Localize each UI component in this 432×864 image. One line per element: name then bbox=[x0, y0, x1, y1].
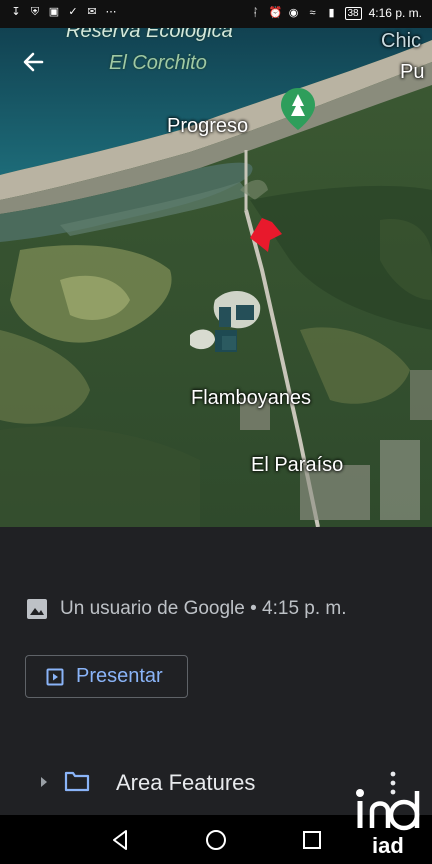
status-bar: ↧ ⛨ ▣ ✓ ✉ ⋯ ᛛ ⏰ ◉ ≈ ▮ 38 4:16 p. m. bbox=[0, 0, 432, 28]
present-button[interactable]: Presentar bbox=[25, 655, 188, 698]
signal-icon: ▮ bbox=[328, 7, 335, 19]
nav-home-icon[interactable] bbox=[201, 825, 231, 855]
check-icon: ✓ bbox=[68, 6, 78, 18]
download-icon: ↧ bbox=[11, 6, 21, 18]
image-icon bbox=[27, 599, 47, 619]
map-label-corchito: El Corchito bbox=[109, 52, 207, 74]
iad-logo-mark bbox=[356, 789, 420, 831]
mail-icon: ✉ bbox=[87, 6, 97, 18]
back-button[interactable] bbox=[16, 44, 52, 80]
map-label-el-paraiso: El Paraíso bbox=[251, 454, 344, 476]
map-label-pu: Pu bbox=[400, 61, 425, 83]
clock: 4:16 p. m. bbox=[368, 6, 422, 20]
shield-icon: ⛨ bbox=[30, 6, 40, 18]
folder-label: Area Features bbox=[116, 770, 256, 795]
eye-icon: ◉ bbox=[288, 7, 299, 19]
map-label-flamboyanes: Flamboyanes bbox=[191, 387, 312, 409]
wifi-icon: ≈ bbox=[309, 7, 316, 19]
map-label-progreso: Progreso bbox=[167, 115, 249, 137]
expand-caret-icon[interactable] bbox=[39, 775, 49, 789]
satellite-imagery bbox=[0, 0, 432, 527]
iad-logo: iad bbox=[352, 783, 426, 861]
status-right-icons: ᛛ ⏰ ◉ ≈ ▮ 38 4:16 p. m. bbox=[250, 6, 422, 20]
status-left-icons: ↧ ⛨ ▣ ✓ ✉ ⋯ bbox=[10, 6, 117, 18]
author-row: Un usuario de Google • 4:15 p. m. bbox=[26, 598, 347, 620]
battery-level: 38 bbox=[344, 6, 362, 20]
back-arrow-icon bbox=[23, 52, 44, 72]
bluetooth-icon: ᛛ bbox=[252, 7, 259, 19]
present-label: Presentar bbox=[76, 665, 163, 687]
map-label-chic: Chic bbox=[381, 30, 422, 52]
nav-back-icon[interactable] bbox=[105, 825, 135, 855]
folder-icon bbox=[64, 771, 90, 792]
alarm-icon: ⏰ bbox=[268, 7, 283, 19]
satellite-map[interactable]: Reserva Ecológica El Corchito Chic Pu Pr… bbox=[0, 0, 432, 527]
present-icon bbox=[46, 668, 64, 685]
more-dots-icon: ⋯ bbox=[105, 6, 117, 18]
iad-logo-text: iad bbox=[372, 833, 404, 858]
nav-recents-icon[interactable] bbox=[297, 825, 327, 855]
author-line: Un usuario de Google • 4:15 p. m. bbox=[60, 598, 347, 619]
image-icon: ▣ bbox=[48, 6, 60, 18]
